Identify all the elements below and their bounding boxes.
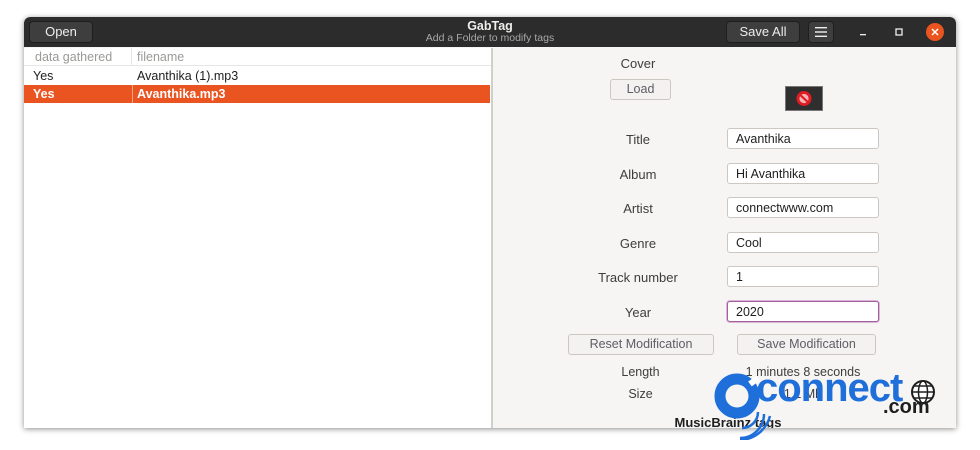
watermark-logo: connect .com [700, 366, 950, 440]
year-label: Year [624, 305, 652, 320]
menu-button[interactable] [808, 21, 834, 43]
close-button[interactable] [926, 23, 944, 41]
file-list: data gathered filename Yes Avanthika (1)… [24, 48, 491, 428]
maximize-button[interactable] [890, 23, 908, 41]
column-separator [132, 85, 133, 103]
reset-modification-button[interactable]: Reset Modification [568, 334, 714, 355]
track-number-field[interactable] [727, 266, 879, 287]
artist-field[interactable] [727, 197, 879, 218]
header-bar: Open GabTag Add a Folder to modify tags … [24, 17, 956, 47]
album-field[interactable] [727, 163, 879, 184]
column-header-data-gathered[interactable]: data gathered [24, 48, 132, 66]
table-row[interactable]: Yes Avanthika (1).mp3 [24, 67, 490, 85]
filename-cell: Avanthika (1).mp3 [137, 69, 239, 83]
filename-cell: Avanthika.mp3 [137, 87, 226, 101]
data-gathered-cell: Yes [33, 69, 54, 83]
hamburger-icon [815, 27, 827, 37]
no-cover-icon [796, 91, 812, 106]
artist-label: Artist [623, 201, 653, 216]
column-header-filename[interactable]: filename [132, 48, 491, 66]
album-label: Album [619, 167, 657, 182]
table-row-selected[interactable]: Yes Avanthika.mp3 [24, 85, 490, 103]
save-all-button[interactable]: Save All [726, 21, 800, 43]
minimize-icon [860, 34, 866, 36]
cover-image [785, 86, 823, 111]
open-button[interactable]: Open [29, 21, 93, 43]
data-gathered-cell: Yes [33, 87, 55, 101]
close-icon [931, 28, 939, 36]
window-subtitle: Add a Folder to modify tags [425, 32, 555, 44]
track-number-label: Track number [598, 270, 678, 285]
title-field[interactable] [727, 128, 879, 149]
minimize-button[interactable] [854, 23, 872, 41]
genre-field[interactable] [727, 232, 879, 253]
load-cover-button[interactable]: Load [610, 79, 671, 100]
maximize-icon [895, 28, 903, 36]
cover-label: Cover [620, 56, 656, 71]
year-field[interactable] [727, 301, 879, 322]
window-title: GabTag [467, 19, 513, 33]
genre-label: Genre [619, 236, 657, 251]
size-label: Size [628, 387, 653, 401]
title-label: Title [625, 132, 651, 147]
save-modification-button[interactable]: Save Modification [737, 334, 876, 355]
watermark-text: connect [756, 366, 903, 410]
length-label: Length [621, 365, 660, 379]
watermark-domain: .com [883, 396, 930, 418]
